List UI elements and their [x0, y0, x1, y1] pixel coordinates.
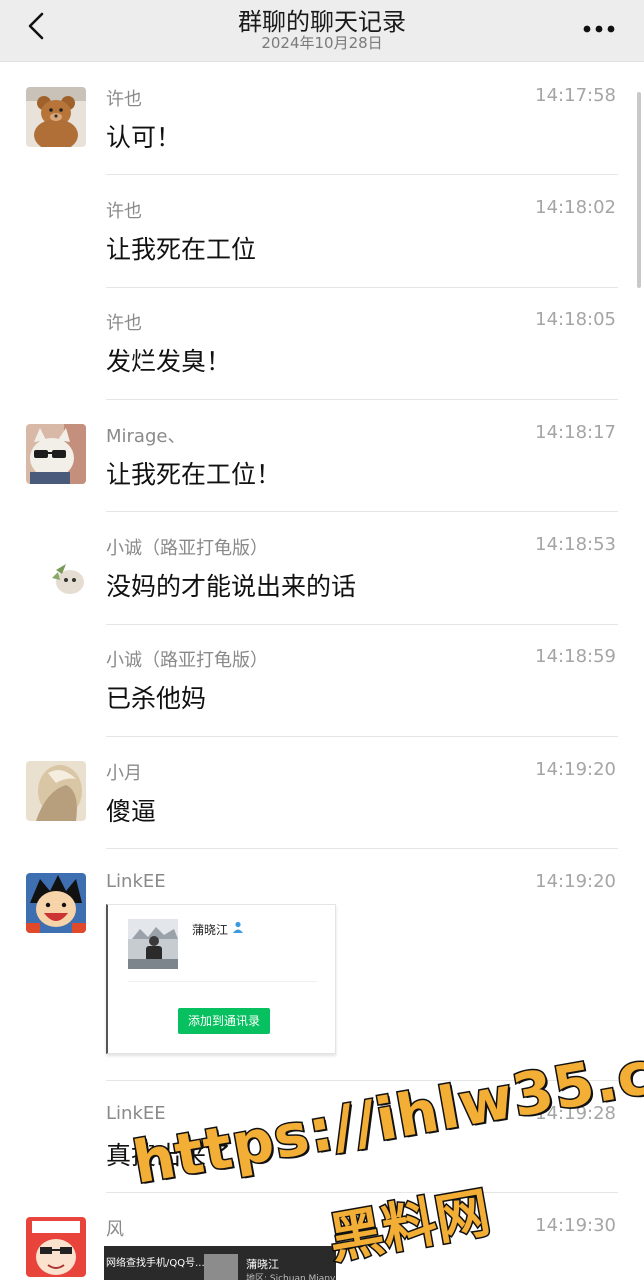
teddy-bear-avatar-icon [26, 87, 86, 147]
forwarded-card-text: 网络查找手机/QQ号... [106, 1258, 205, 1269]
message-item: 许也 14:18:05 发烂发臭！ [0, 288, 644, 400]
message-time: 14:18:05 [535, 309, 616, 330]
card-divider [128, 981, 317, 982]
forwarded-card-region: 地区: Sichuan Mianyang [246, 1274, 336, 1280]
cartoon-sticker-avatar-icon [26, 548, 86, 608]
message-item: 许也 14:18:02 让我死在工位 [0, 175, 644, 287]
add-to-contacts-button[interactable]: 添加到通讯录 [178, 1008, 270, 1034]
sender-name: 许也 [106, 89, 142, 110]
page-date: 2024年10月28日 [261, 34, 383, 52]
message-text[interactable]: 发烂发臭！ [106, 342, 231, 378]
message-time: 14:19:20 [535, 871, 616, 892]
sender-name: 许也 [106, 201, 142, 222]
avatar[interactable] [26, 548, 86, 608]
sender-name: Mirage、 [106, 426, 186, 447]
avatar[interactable] [26, 1217, 86, 1277]
contact-card[interactable]: 蒲晓江 添加到通讯录 [106, 904, 336, 1054]
message-text[interactable]: 傻逼 [106, 792, 156, 828]
sender-name: 风 [106, 1219, 124, 1240]
message-time: 14:18:02 [535, 197, 616, 218]
message-time: 14:18:53 [535, 534, 616, 555]
sender-name: LinkEE [106, 871, 166, 892]
portrait-avatar-icon [26, 761, 86, 821]
cat-sunglasses-avatar-icon [26, 424, 86, 484]
message-item: 小诚（路亚打龟版） 14:18:59 已杀他妈 [0, 625, 644, 737]
sender-name: 许也 [106, 313, 142, 334]
person-icon [233, 921, 243, 933]
cartoon-boy-avatar-icon [26, 873, 86, 933]
message-item: Mirage、 14:18:17 让我死在工位！ [0, 400, 644, 512]
forwarded-card-name: 蒲晓江 [246, 1258, 279, 1271]
message-item: 小月 14:19:20 傻逼 [0, 737, 644, 849]
header-bar: 群聊的聊天记录 2024年10月28日 [0, 0, 644, 62]
contact-name: 蒲晓江 [192, 923, 229, 937]
message-time: 14:17:58 [535, 85, 616, 106]
message-time: 14:19:20 [535, 759, 616, 780]
message-text[interactable]: 已杀他妈 [106, 679, 206, 715]
sender-name: 小诚（路亚打龟版） [106, 538, 268, 559]
forwarded-card-preview[interactable]: 网络查找手机/QQ号... 蒲晓江 地区: Sichuan Mianyang [104, 1246, 336, 1280]
more-dots-icon [583, 25, 615, 33]
message-item: 小诚（路亚打龟版） 14:18:53 没妈的才能说出来的话 [0, 512, 644, 624]
message-item: 许也 14:17:58 认可！ [0, 62, 644, 174]
message-text[interactable]: 认可！ [106, 118, 181, 154]
avatar[interactable] [26, 87, 86, 147]
sender-name: 小诚（路亚打龟版） [106, 650, 268, 671]
contact-photo [128, 919, 178, 969]
avatar[interactable] [26, 424, 86, 484]
message-time: 14:18:17 [535, 422, 616, 443]
sender-name: LinkEE [106, 1103, 166, 1124]
cartoon-face-avatar-icon [26, 1217, 86, 1277]
message-time: 14:18:59 [535, 646, 616, 667]
chat-history-page: 群聊的聊天记录 2024年10月28日 许也 14:17:58 认可！ 许也 1… [0, 0, 644, 1280]
sender-name: 小月 [106, 763, 142, 784]
message-time: 14:19:30 [535, 1215, 616, 1236]
message-text[interactable]: 让我死在工位！ [106, 455, 281, 491]
message-text[interactable]: 没妈的才能说出来的话 [106, 567, 356, 603]
forwarded-card-photo [204, 1254, 238, 1280]
avatar[interactable] [26, 761, 86, 821]
more-button[interactable] [582, 20, 616, 33]
message-text[interactable]: 让我死在工位 [106, 230, 256, 266]
person-photo-icon [128, 919, 178, 969]
avatar[interactable] [26, 873, 86, 933]
